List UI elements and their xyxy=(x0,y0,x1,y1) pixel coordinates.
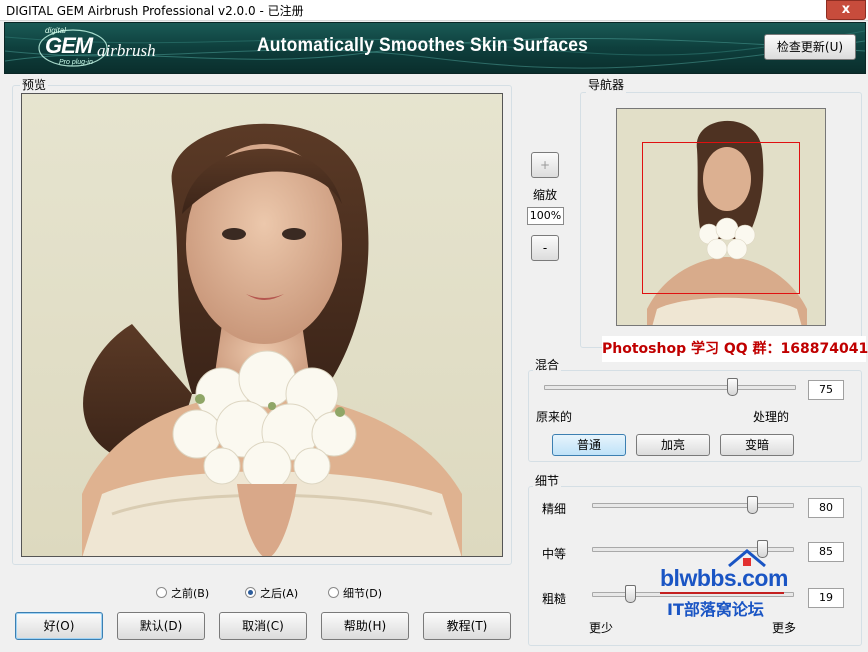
detail-coarse-label: 粗糙 xyxy=(542,592,567,606)
ok-button[interactable]: 好(O) xyxy=(15,612,103,640)
blend-min-label: 原来的 xyxy=(536,410,573,424)
cancel-button[interactable]: 取消(C) xyxy=(219,612,307,640)
header-banner: digital GEM airbrush Pro plug-in Automat… xyxy=(4,22,866,74)
radio-before[interactable] xyxy=(156,587,167,598)
detail-medium-label: 中等 xyxy=(542,547,567,561)
window-title: DIGITAL GEM Airbrush Professional v2.0.0… xyxy=(6,4,304,18)
check-update-button[interactable]: 检查更新(U) xyxy=(764,34,856,60)
portrait-illustration xyxy=(82,123,462,556)
detail-min-label: 更少 xyxy=(589,621,614,635)
detail-fine-thumb[interactable] xyxy=(747,496,758,514)
zoom-in-button[interactable]: + xyxy=(531,152,559,178)
detail-fine-label: 精细 xyxy=(542,502,567,516)
radio-after-label[interactable]: 之后(A) xyxy=(260,585,298,601)
radio-detail[interactable] xyxy=(328,587,339,598)
banner-tagline: Automatically Smoothes Skin Surfaces xyxy=(257,35,589,56)
detail-fine-track[interactable] xyxy=(592,503,794,508)
detail-medium-value[interactable]: 85 xyxy=(808,542,844,562)
navigator-label: 导航器 xyxy=(586,76,627,93)
site-watermark-name: blwbbs.com xyxy=(660,565,788,591)
detail-max-label: 更多 xyxy=(772,621,797,635)
mode-normal-button[interactable]: 普通 xyxy=(552,434,626,456)
mode-darken-button[interactable]: 变暗 xyxy=(720,434,794,456)
preview-label: 预览 xyxy=(20,76,49,93)
blend-slider-track[interactable] xyxy=(544,385,796,390)
detail-label: 细节 xyxy=(533,472,562,489)
zoom-label: 缩放 xyxy=(533,188,558,202)
blend-value-field[interactable]: 75 xyxy=(808,380,844,400)
blend-max-label: 处理的 xyxy=(753,410,790,424)
site-watermark-underline xyxy=(660,592,784,594)
logo-gem-text: GEM xyxy=(45,33,93,58)
zoom-out-button[interactable]: - xyxy=(531,235,559,261)
blend-label: 混合 xyxy=(533,356,562,373)
logo-plugin-text: Pro plug-in xyxy=(59,59,93,66)
detail-coarse-value[interactable]: 19 xyxy=(808,588,844,608)
blend-slider-thumb[interactable] xyxy=(726,378,738,396)
title-bar: DIGITAL GEM Airbrush Professional v2.0.0… xyxy=(0,0,868,21)
navigator-thumbnail[interactable] xyxy=(616,108,826,326)
detail-coarse-thumb[interactable] xyxy=(625,585,636,603)
radio-after[interactable] xyxy=(245,587,256,598)
close-button[interactable]: x xyxy=(826,0,866,20)
tutorial-button[interactable]: 教程(T) xyxy=(423,612,511,640)
mode-lighten-button[interactable]: 加亮 xyxy=(636,434,710,456)
detail-fine-value[interactable]: 80 xyxy=(808,498,844,518)
navigator-view-rectangle[interactable] xyxy=(642,142,800,294)
zoom-value-field[interactable]: 100% xyxy=(527,207,564,225)
logo-airbrush-text: airbrush xyxy=(97,41,156,60)
site-watermark-subtitle: IT部落窝论坛 xyxy=(667,600,764,619)
help-button[interactable]: 帮助(H) xyxy=(321,612,409,640)
radio-detail-label[interactable]: 细节(D) xyxy=(343,585,382,601)
radio-before-label[interactable]: 之前(B) xyxy=(171,585,209,601)
default-button[interactable]: 默认(D) xyxy=(117,612,205,640)
qq-group-watermark: Photoshop 学习 QQ 群：168874041 xyxy=(602,336,868,362)
preview-image[interactable] xyxy=(21,93,503,557)
